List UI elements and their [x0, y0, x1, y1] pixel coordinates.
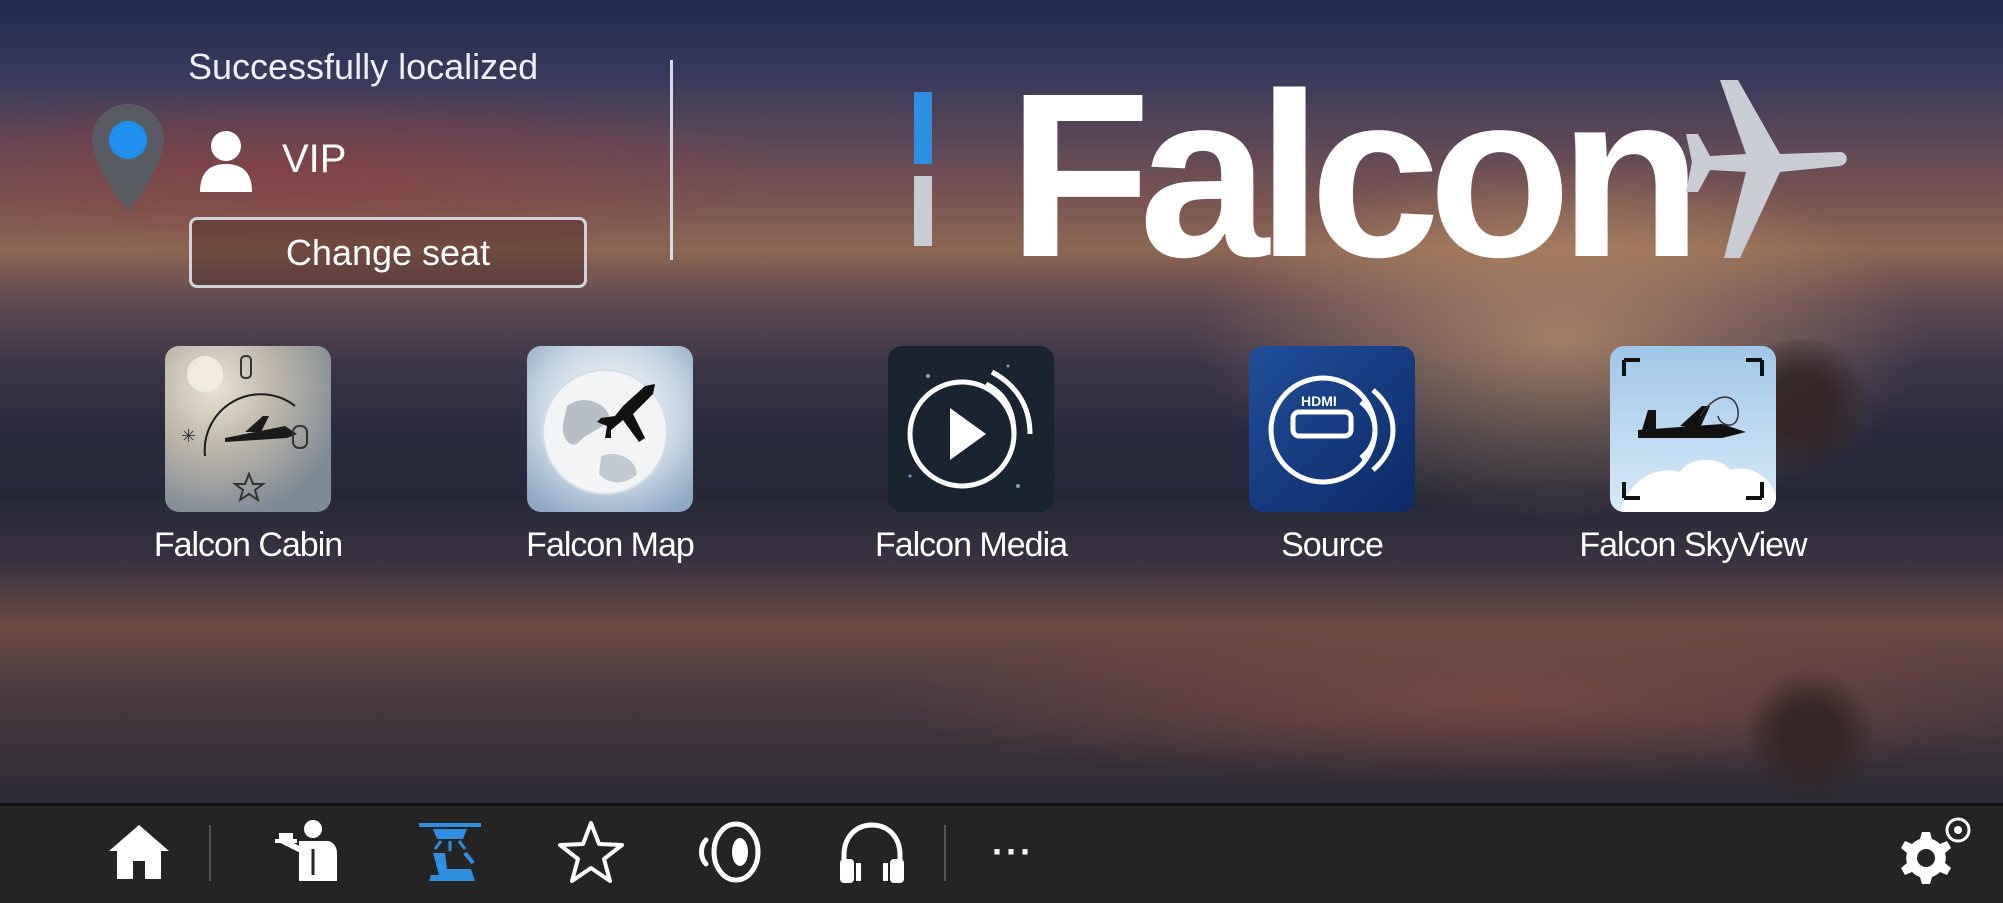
app-falcon-cabin[interactable]: ✳ Falcon Cabin [98, 346, 398, 576]
more-button[interactable]: ··· [990, 822, 1036, 882]
audio-button[interactable] [696, 821, 766, 883]
user-icon [200, 131, 252, 192]
seat-light-icon [419, 823, 481, 881]
app-falcon-media[interactable]: Falcon Media [821, 346, 1121, 576]
hdmi-wireless-icon: HDMI [1249, 346, 1415, 512]
change-seat-button[interactable]: Change seat [189, 217, 587, 288]
logo-accent-bar [914, 92, 932, 164]
background-tree-reflection [1740, 670, 1880, 800]
localization-status: Successfully localized [188, 46, 539, 87]
more-icon: ··· [992, 831, 1034, 872]
home-button[interactable] [106, 822, 172, 882]
app-label: Falcon Cabin [153, 526, 343, 564]
nav-separator [209, 825, 211, 881]
globe-plane-icon [527, 346, 693, 512]
favorites-button[interactable] [556, 821, 626, 883]
app-label: Source [1281, 526, 1384, 564]
app-falcon-skyview[interactable]: Falcon SkyView [1543, 346, 1843, 576]
headphones-button[interactable] [836, 822, 908, 883]
user-role: VIP [282, 137, 347, 181]
jet-camera-icon [1610, 346, 1776, 512]
app-label: Falcon Media [874, 526, 1068, 564]
airplane-logo-icon [1686, 80, 1847, 258]
cabin-control-icon: ✳ [165, 346, 331, 512]
app-falcon-map[interactable]: Falcon Map [460, 346, 760, 576]
falcon-logo: Falcon [1008, 44, 1702, 306]
svg-text:HDMI: HDMI [1301, 393, 1337, 409]
attendant-icon [275, 820, 337, 881]
play-wireless-icon [888, 346, 1054, 512]
header-divider [670, 60, 673, 260]
speaker-icon [699, 821, 761, 883]
app-source[interactable]: HDMI Source [1182, 346, 1482, 576]
nav-separator [944, 825, 946, 881]
attendant-call-button[interactable] [272, 820, 344, 882]
logo-accent-bar-grey [914, 176, 932, 246]
location-pin-icon [92, 104, 164, 212]
svg-text:✳: ✳ [181, 426, 196, 446]
home-icon [109, 825, 169, 879]
headphones-icon [840, 822, 904, 883]
settings-icon [1901, 817, 1971, 884]
app-label: Falcon SkyView [1579, 526, 1807, 564]
settings-button[interactable] [1896, 817, 1972, 884]
seat-light-button[interactable] [414, 822, 486, 882]
app-label: Falcon Map [526, 526, 695, 564]
star-icon [558, 821, 624, 883]
